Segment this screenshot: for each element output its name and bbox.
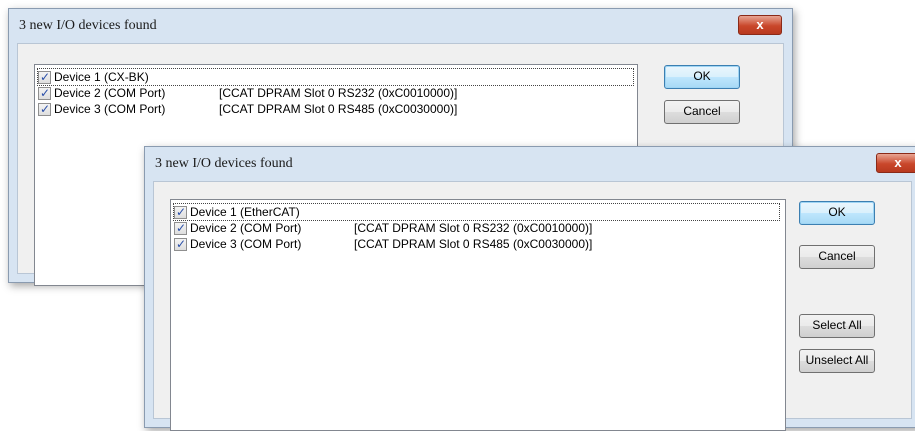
- dialog-front-cancel-button[interactable]: Cancel: [799, 245, 875, 269]
- device-2-checkbox[interactable]: [38, 85, 51, 101]
- dialog-back-ok-button[interactable]: OK: [664, 65, 740, 89]
- dialog-front-device-list[interactable]: Device 1 (EtherCAT) Device 2 (COM Port) …: [170, 199, 786, 431]
- dialog-back-titlebar[interactable]: 3 new I/O devices found x: [9, 9, 792, 43]
- device-2-slot: [CCAT DPRAM Slot 0 RS232 (0xC0010000)]: [219, 86, 458, 100]
- device-3-name: Device 3 (COM Port): [190, 237, 302, 251]
- device-2-slot: [CCAT DPRAM Slot 0 RS232 (0xC0010000)]: [354, 221, 593, 235]
- device-1-checkbox[interactable]: [174, 204, 187, 220]
- device-2-name: Device 2 (COM Port): [54, 86, 166, 100]
- device-item-1[interactable]: Device 1 (CX-BK): [37, 68, 634, 86]
- dialog-front: 3 new I/O devices found x Device 1 (Ethe…: [144, 146, 915, 431]
- device-3-name: Device 3 (COM Port): [54, 102, 166, 116]
- device-3-checkbox[interactable]: [38, 101, 51, 117]
- device-1-name: Device 1 (EtherCAT): [190, 205, 300, 219]
- dialog-front-title: 3 new I/O devices found: [155, 156, 293, 171]
- dialog-back-cancel-button[interactable]: Cancel: [664, 100, 740, 124]
- dialog-front-titlebar[interactable]: 3 new I/O devices found x: [145, 147, 915, 181]
- device-2-name: Device 2 (COM Port): [190, 221, 302, 235]
- device-item-1[interactable]: Device 1 (EtherCAT): [173, 203, 780, 221]
- dialog-back-title: 3 new I/O devices found: [19, 18, 157, 33]
- device-3-slot: [CCAT DPRAM Slot 0 RS485 (0xC0030000)]: [354, 237, 593, 251]
- close-icon: x: [756, 17, 764, 32]
- unselect-all-button[interactable]: Unselect All: [799, 349, 875, 373]
- device-3-slot: [CCAT DPRAM Slot 0 RS485 (0xC0030000)]: [219, 102, 458, 116]
- device-3-checkbox[interactable]: [174, 236, 187, 252]
- dialog-front-ok-button[interactable]: OK: [799, 201, 875, 225]
- device-1-name: Device 1 (CX-BK): [54, 70, 149, 84]
- dialog-front-client: Device 1 (EtherCAT) Device 2 (COM Port) …: [153, 181, 912, 431]
- dialog-back-close-button[interactable]: x: [738, 15, 782, 35]
- device-2-checkbox[interactable]: [174, 220, 187, 236]
- device-1-checkbox[interactable]: [38, 69, 51, 85]
- dialog-front-close-button[interactable]: x: [876, 153, 915, 173]
- select-all-button[interactable]: Select All: [799, 314, 875, 338]
- close-icon: x: [894, 155, 902, 170]
